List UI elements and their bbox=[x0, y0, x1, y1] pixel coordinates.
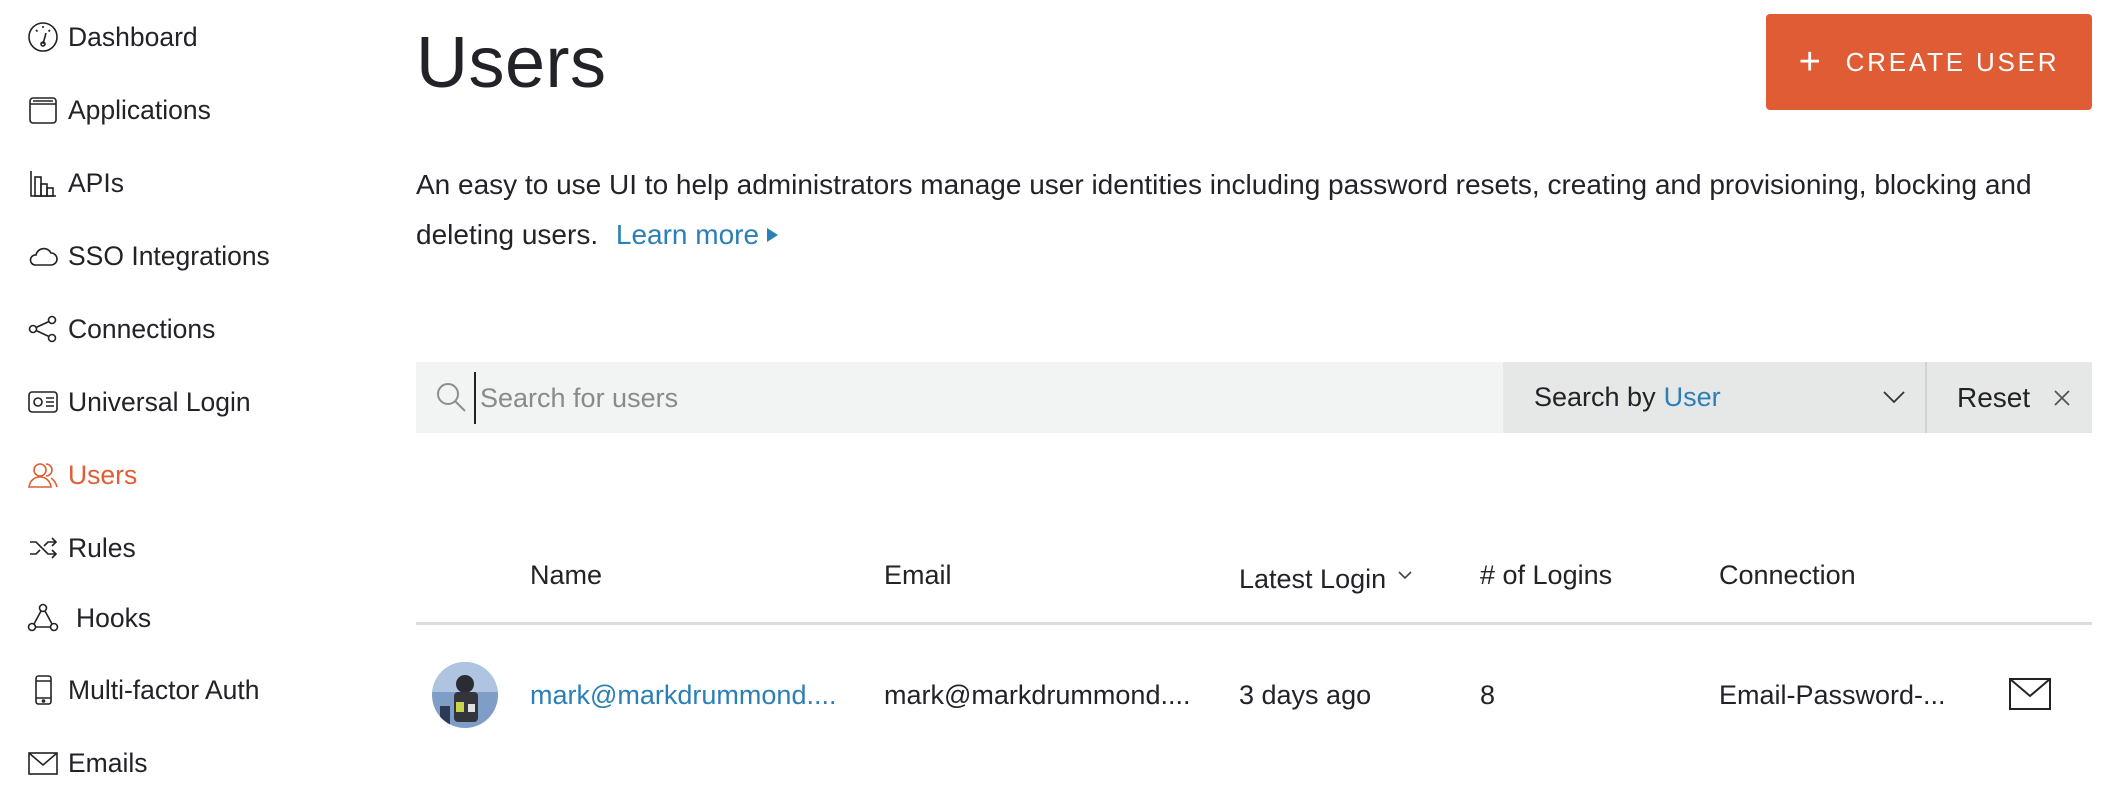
rules-shuffle-icon bbox=[26, 531, 60, 565]
user-login-count: 8 bbox=[1480, 680, 1496, 710]
create-user-button[interactable]: + CREATE USER bbox=[1766, 14, 2092, 110]
search-input[interactable] bbox=[474, 372, 1482, 424]
sidebar-item-emails[interactable]: Emails bbox=[26, 738, 148, 788]
sidebar-item-multi-factor-auth[interactable]: Multi-factor Auth bbox=[26, 665, 259, 715]
caret-right-icon bbox=[767, 228, 779, 242]
sidebar-item-sso-integrations[interactable]: SSO Integrations bbox=[26, 231, 270, 281]
sidebar: Dashboard Applications APIs SSO Integrat… bbox=[0, 0, 360, 786]
create-user-label: CREATE USER bbox=[1845, 46, 2060, 77]
column-header-name[interactable]: Name bbox=[530, 560, 602, 591]
sidebar-item-connections[interactable]: Connections bbox=[26, 304, 215, 354]
user-name-link[interactable]: mark@markdrummond.... bbox=[530, 680, 836, 711]
reset-button[interactable]: Reset bbox=[1927, 362, 2092, 433]
sort-chevron-down-icon bbox=[1396, 560, 1414, 591]
envelope-icon bbox=[26, 746, 60, 780]
sidebar-item-rules[interactable]: Rules bbox=[26, 523, 136, 573]
sidebar-item-label: Multi-factor Auth bbox=[68, 674, 260, 705]
user-latest-login: 3 days ago bbox=[1239, 680, 1372, 710]
sidebar-item-label: Emails bbox=[68, 747, 148, 778]
sidebar-item-hooks[interactable]: Hooks bbox=[26, 593, 151, 643]
apis-bars-icon bbox=[26, 166, 60, 200]
column-header-label: Latest Login bbox=[1239, 564, 1387, 594]
hooks-nodes-icon bbox=[26, 601, 60, 635]
mobile-phone-icon bbox=[26, 673, 60, 707]
user-connection: Email-Password-... bbox=[1719, 680, 1946, 710]
sidebar-item-applications[interactable]: Applications bbox=[26, 85, 211, 135]
sidebar-item-label: Rules bbox=[68, 532, 136, 563]
send-email-icon[interactable] bbox=[2008, 676, 2052, 717]
sidebar-item-label: Hooks bbox=[76, 602, 152, 633]
sidebar-item-label: SSO Integrations bbox=[68, 240, 270, 271]
sidebar-item-label: Applications bbox=[68, 94, 211, 125]
sidebar-item-dashboard[interactable]: Dashboard bbox=[26, 12, 198, 62]
search-by-dropdown[interactable]: Search by User bbox=[1503, 362, 1925, 433]
page-title: Users bbox=[416, 23, 607, 103]
universal-login-card-icon bbox=[26, 385, 60, 419]
plus-icon: + bbox=[1798, 41, 1824, 83]
column-header-latest-login[interactable]: Latest Login bbox=[1239, 560, 1414, 595]
page-description: An easy to use UI to help administrators… bbox=[416, 160, 2096, 260]
learn-more-label: Learn more bbox=[615, 219, 760, 250]
search-bar: Search by User Reset bbox=[416, 362, 2092, 433]
sidebar-item-users[interactable]: Users bbox=[26, 450, 137, 500]
dashboard-gauge-icon bbox=[26, 20, 60, 54]
sidebar-item-label: Dashboard bbox=[68, 21, 198, 52]
sidebar-item-label: Connections bbox=[68, 313, 216, 344]
table-header-divider bbox=[416, 622, 2092, 625]
user-email: mark@markdrummond.... bbox=[884, 680, 1191, 710]
sidebar-item-label: APIs bbox=[68, 167, 124, 198]
users-icon bbox=[26, 458, 60, 492]
close-icon bbox=[2052, 388, 2072, 408]
sidebar-item-label: Users bbox=[68, 459, 138, 490]
reset-label: Reset bbox=[1957, 381, 2031, 413]
learn-more-link[interactable]: Learn more bbox=[615, 219, 779, 250]
sidebar-item-universal-login[interactable]: Universal Login bbox=[26, 377, 251, 427]
connections-share-icon bbox=[26, 312, 60, 346]
sidebar-item-label: Universal Login bbox=[68, 386, 251, 417]
search-box bbox=[416, 362, 1503, 433]
column-header-connection[interactable]: Connection bbox=[1719, 560, 1856, 591]
chevron-down-icon bbox=[1881, 384, 1907, 417]
cloud-icon bbox=[26, 239, 60, 273]
search-icon bbox=[434, 380, 468, 419]
search-by-label: Search by bbox=[1534, 382, 1656, 412]
avatar bbox=[432, 662, 498, 728]
column-header-email[interactable]: Email bbox=[884, 560, 952, 591]
column-header-logins[interactable]: # of Logins bbox=[1480, 560, 1612, 591]
applications-window-icon bbox=[26, 93, 60, 127]
table-row[interactable]: mark@markdrummond.... mark@markdrummond.… bbox=[416, 650, 2092, 740]
search-by-value: User bbox=[1663, 382, 1721, 412]
sidebar-item-apis[interactable]: APIs bbox=[26, 158, 124, 208]
